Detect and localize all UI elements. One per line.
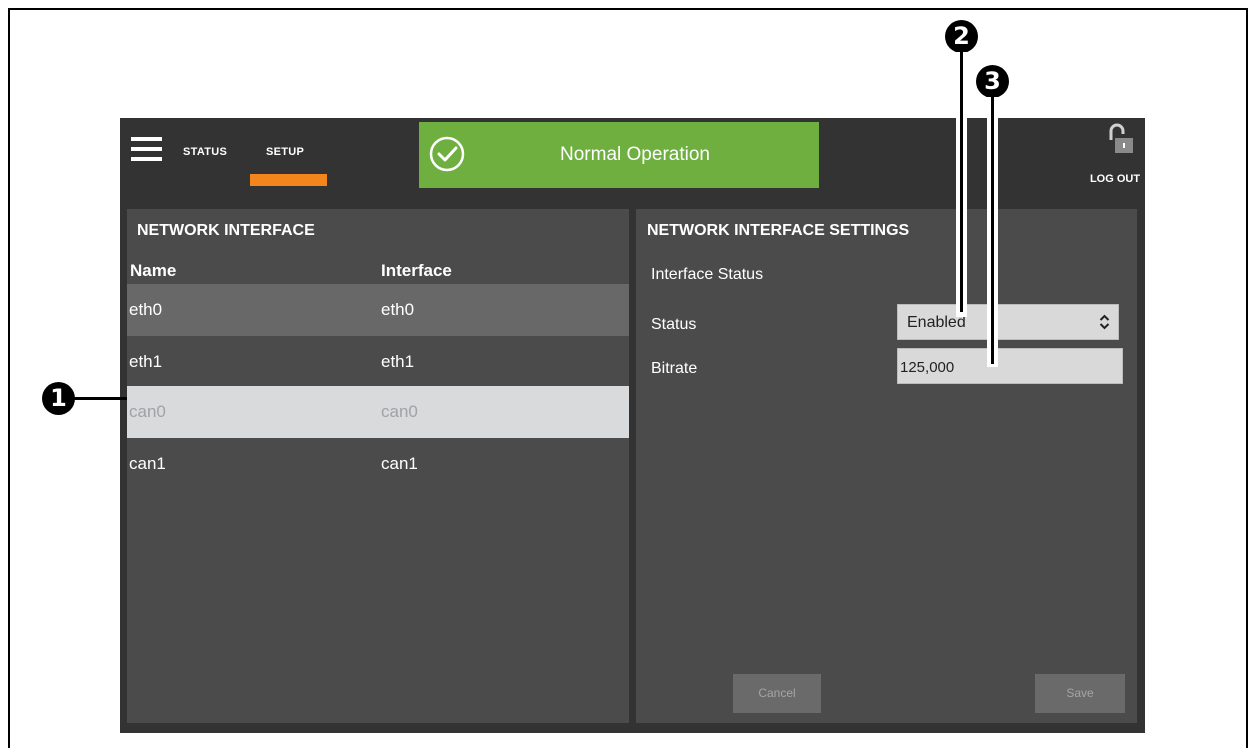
callout-2-leader [960, 52, 963, 312]
row-name: can0 [129, 402, 166, 421]
table-row[interactable]: can1 can1 [127, 438, 629, 490]
status-banner-text: Normal Operation [560, 144, 710, 165]
logout-button[interactable]: LOG OUT [1085, 122, 1145, 185]
row-interface: eth1 [381, 352, 415, 371]
status-label: Status [651, 316, 697, 333]
row-interface: eth0 [381, 300, 415, 319]
tab-status[interactable]: STATUS [183, 146, 227, 158]
table-row[interactable]: eth1 eth1 [127, 336, 629, 388]
status-select[interactable]: Enabled [897, 304, 1119, 340]
panel-title: NETWORK INTERFACE SETTINGS [647, 222, 910, 239]
column-header-interface: Interface [381, 261, 452, 280]
row-name: eth1 [129, 352, 163, 371]
section-label: Interface Status [651, 266, 764, 283]
row-interface: can0 [381, 402, 418, 421]
cancel-button[interactable]: Cancel [733, 674, 821, 713]
bitrate-value: 125,000 [900, 359, 955, 376]
row-name: can1 [129, 454, 166, 473]
chevron-up-down-icon [1099, 314, 1110, 330]
callout-1: 1 [42, 382, 75, 415]
logout-label: LOG OUT [1089, 173, 1141, 185]
callout-1-leader [74, 397, 127, 400]
table-row[interactable]: eth0 eth0 [127, 284, 629, 336]
bitrate-input[interactable]: 125,000 [897, 348, 1123, 384]
callout-3: 3 [976, 65, 1009, 98]
unlock-icon [1109, 123, 1133, 153]
tab-setup[interactable]: SETUP [266, 146, 304, 158]
network-interface-settings-panel: NETWORK INTERFACE SETTINGS Interface Sta… [636, 209, 1137, 723]
panel-title: NETWORK INTERFACE [137, 222, 315, 239]
row-interface: can1 [381, 454, 418, 473]
column-header-name: Name [130, 261, 177, 280]
save-button[interactable]: Save [1035, 674, 1125, 713]
active-tab-indicator [250, 174, 327, 186]
row-name: eth0 [129, 300, 163, 319]
hamburger-menu-icon[interactable] [131, 137, 162, 163]
callout-3-leader [991, 97, 994, 364]
callout-2: 2 [945, 20, 978, 53]
status-banner: Normal Operation [419, 122, 819, 188]
network-interface-panel: NETWORK INTERFACE Name Interface eth0 et… [127, 209, 629, 723]
bitrate-label: Bitrate [651, 360, 698, 377]
table-row-selected[interactable]: can0 can0 [127, 386, 629, 438]
